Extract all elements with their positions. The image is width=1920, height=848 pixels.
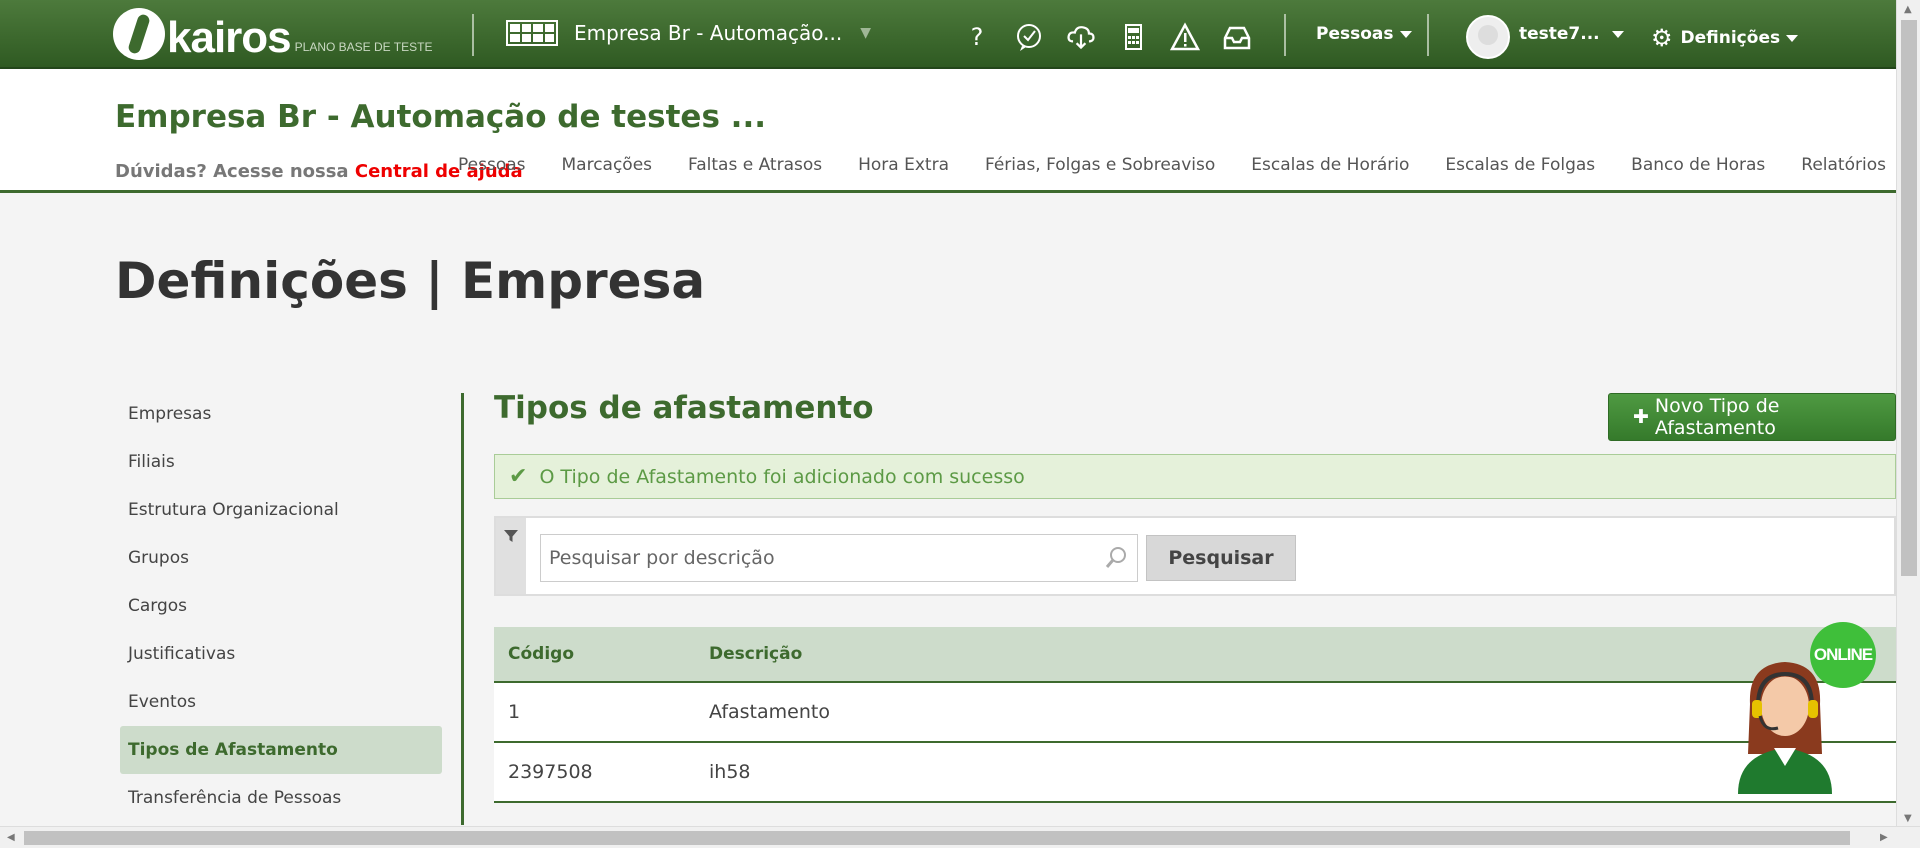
top-icon-group: ? bbox=[962, 22, 1252, 52]
filter-panel: Pesquisar bbox=[494, 516, 1896, 596]
online-chat-widget[interactable]: ONLINE bbox=[1730, 622, 1880, 794]
company-title: Empresa Br - Automação de testes ... bbox=[115, 99, 767, 135]
cloud-download-icon[interactable] bbox=[1066, 22, 1096, 52]
success-message: O Tipo de Afastamento foi adicionado com… bbox=[539, 465, 1025, 488]
sidebar-item-grupos[interactable]: Grupos bbox=[120, 534, 442, 582]
main-nav: Pessoas Marcações Faltas e Atrasos Hora … bbox=[458, 155, 1886, 175]
section-title: Tipos de afastamento bbox=[494, 390, 874, 426]
cell-codigo: 2397508 bbox=[508, 761, 593, 783]
table-row[interactable]: 2397508 ih58 bbox=[494, 743, 1896, 803]
absence-types-table: Código Descrição 1 Afastamento 2397508 i… bbox=[494, 627, 1896, 803]
search-icon[interactable] bbox=[1104, 546, 1128, 570]
user-name: teste7... bbox=[1519, 24, 1600, 44]
nav-item-escalas-horario[interactable]: Escalas de Horário bbox=[1251, 155, 1409, 175]
sidebar-item-filiais[interactable]: Filiais bbox=[120, 438, 442, 486]
nav-item-faltas-atrasos[interactable]: Faltas e Atrasos bbox=[688, 155, 822, 175]
help-question-icon[interactable]: ? bbox=[962, 22, 992, 52]
search-input[interactable] bbox=[540, 534, 1138, 582]
nav-item-marcacoes[interactable]: Marcações bbox=[562, 155, 653, 175]
sidebar-item-estrutura[interactable]: Estrutura Organizacional bbox=[120, 486, 442, 534]
people-menu[interactable]: Pessoas bbox=[1316, 24, 1412, 44]
user-menu[interactable]: teste7... bbox=[1519, 24, 1624, 44]
divider bbox=[472, 14, 474, 56]
column-header-descricao[interactable]: Descrição bbox=[709, 644, 1896, 664]
new-absence-type-label: Novo Tipo de Afastamento bbox=[1654, 395, 1780, 439]
table-header: Código Descrição bbox=[494, 627, 1896, 683]
sidebar-item-eventos[interactable]: Eventos bbox=[120, 678, 442, 726]
building-grid-icon bbox=[506, 20, 558, 46]
people-menu-label: Pessoas bbox=[1316, 24, 1394, 44]
nav-item-banco-horas[interactable]: Banco de Horas bbox=[1631, 155, 1765, 175]
online-badge: ONLINE bbox=[1810, 622, 1876, 688]
new-absence-type-button[interactable]: ✚ Novo Tipo de Afastamento bbox=[1608, 393, 1896, 441]
page-title: Definições | Empresa bbox=[115, 252, 706, 310]
top-bar: kairos PLANO BASE DE TESTE Empresa Br - … bbox=[0, 0, 1896, 69]
filter-icon[interactable] bbox=[496, 518, 526, 594]
chat-bubble-icon[interactable] bbox=[1014, 22, 1044, 52]
chevron-down-icon: ▼ bbox=[860, 25, 871, 41]
help-prefix: Dúvidas? Acesse nossa bbox=[115, 161, 349, 182]
plan-label: PLANO BASE DE TESTE bbox=[294, 40, 433, 54]
scroll-down-arrow-icon[interactable]: ▼ bbox=[1904, 813, 1912, 824]
nav-item-escalas-folgas[interactable]: Escalas de Folgas bbox=[1445, 155, 1595, 175]
chevron-down-icon bbox=[1611, 30, 1624, 38]
settings-sidebar: Empresas Filiais Estrutura Organizaciona… bbox=[120, 390, 442, 822]
company-selector-label: Empresa Br - Automação... bbox=[574, 21, 843, 45]
calculator-icon[interactable] bbox=[1118, 22, 1148, 52]
kairos-logo[interactable]: kairos PLANO BASE DE TESTE bbox=[113, 8, 432, 60]
success-alert: ✔ O Tipo de Afastamento foi adicionado c… bbox=[494, 454, 1896, 499]
sidebar-item-empresas[interactable]: Empresas bbox=[120, 390, 442, 438]
column-header-codigo[interactable]: Código bbox=[494, 644, 709, 664]
sidebar-divider bbox=[461, 393, 464, 825]
checkmark-icon: ✔ bbox=[509, 464, 528, 489]
vertical-scrollbar[interactable]: ▲ ▼ bbox=[1896, 0, 1920, 826]
scroll-left-arrow-icon[interactable]: ◀ bbox=[7, 832, 15, 843]
divider bbox=[1284, 14, 1286, 56]
scroll-up-arrow-icon[interactable]: ▲ bbox=[1904, 4, 1912, 15]
sidebar-item-justificativas[interactable]: Justificativas bbox=[120, 630, 442, 678]
sidebar-item-cargos[interactable]: Cargos bbox=[120, 582, 442, 630]
vertical-scroll-thumb[interactable] bbox=[1901, 20, 1917, 576]
scroll-right-arrow-icon[interactable]: ▶ bbox=[1880, 832, 1888, 843]
plus-icon: ✚ bbox=[1633, 406, 1649, 428]
horizontal-scroll-thumb[interactable] bbox=[24, 831, 1850, 845]
nav-item-ferias-folgas[interactable]: Férias, Folgas e Sobreaviso bbox=[985, 155, 1215, 175]
sidebar-item-tipos-afastamento[interactable]: Tipos de Afastamento bbox=[120, 726, 442, 774]
cell-descricao: ih58 bbox=[709, 761, 751, 783]
company-selector[interactable]: Empresa Br - Automação... ▼ bbox=[506, 20, 871, 46]
company-header: Empresa Br - Automação de testes ... Dúv… bbox=[0, 69, 1896, 193]
chevron-down-icon bbox=[1786, 34, 1799, 42]
chevron-down-icon bbox=[1399, 30, 1412, 38]
user-avatar[interactable] bbox=[1466, 15, 1510, 59]
cell-codigo: 1 bbox=[508, 701, 521, 723]
nav-item-hora-extra[interactable]: Hora Extra bbox=[858, 155, 949, 175]
inbox-tray-icon[interactable] bbox=[1222, 22, 1252, 52]
nav-item-relatorios[interactable]: Relatórios bbox=[1801, 155, 1886, 175]
table-row[interactable]: 1 Afastamento bbox=[494, 683, 1896, 743]
nav-item-pessoas[interactable]: Pessoas bbox=[458, 155, 526, 175]
sidebar-item-transferencia[interactable]: Transferência de Pessoas bbox=[120, 774, 442, 822]
settings-menu[interactable]: ⚙ Definições bbox=[1651, 24, 1799, 52]
logo-mark-icon bbox=[113, 8, 165, 60]
warning-icon[interactable] bbox=[1170, 22, 1200, 52]
gear-icon: ⚙ bbox=[1651, 24, 1673, 52]
logo-text: kairos bbox=[167, 13, 292, 62]
divider bbox=[1427, 14, 1429, 56]
settings-menu-label: Definições bbox=[1680, 28, 1781, 48]
horizontal-scrollbar[interactable]: ◀ ▶ bbox=[0, 826, 1920, 848]
cell-descricao: Afastamento bbox=[709, 701, 830, 723]
search-button[interactable]: Pesquisar bbox=[1146, 535, 1296, 581]
